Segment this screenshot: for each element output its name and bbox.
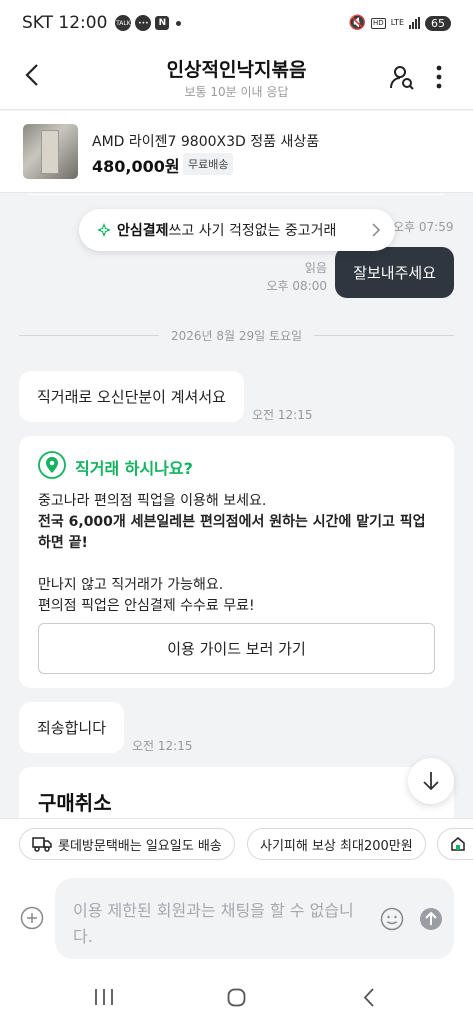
chat-messages[interactable]: 오후 07:59 안심결제 쓰고 사기 걱정없는 중고거래 읽음 오후 08:0…	[0, 194, 473, 818]
safe-payment-label: 쓰고 사기 걱정없는 중고거래	[168, 223, 337, 239]
n-icon: N	[155, 16, 170, 30]
read-receipt: 읽음	[304, 261, 327, 275]
incoming-message-bubble[interactable]: 직거래로 오신단분이 계셔서요	[19, 371, 244, 422]
quick-chips: 롯데방문택배는 일요일도 배송 사기피해 보상 최대200만원	[0, 818, 473, 872]
chip-store[interactable]	[437, 828, 473, 860]
hd-voice-icon: HD	[371, 17, 386, 29]
status-time: SKT 12:00	[22, 13, 108, 33]
message-timestamp: 오전 12:15	[252, 408, 313, 422]
card-text-line: 만나지 않고 직거래가 가능해요.	[38, 577, 224, 593]
message-timestamp: 오후 08:00	[266, 279, 327, 293]
message-input[interactable]: 이용 제한된 회원과는 채팅을 할 수 없습니다.	[55, 878, 454, 959]
recent-apps-icon[interactable]	[93, 988, 115, 1006]
purchase-cancel-card: 구매취소	[19, 767, 454, 818]
scroll-to-bottom-button[interactable]	[408, 758, 454, 804]
signal-icon	[409, 17, 420, 29]
card-text-bold: 전국 6,000개 세븐일레븐 편의점에서 원하는 시간에 맡기고 픽업하면 끝…	[38, 514, 426, 551]
location-pin-icon	[38, 451, 66, 479]
battery-icon: 65	[425, 15, 451, 31]
previous-card-partial	[19, 194, 454, 195]
product-name: AMD 라이젠7 9800X3D 정품 새상품	[92, 134, 320, 150]
talk-icon: TALK	[115, 15, 132, 31]
safe-payment-bold-label: 안심결제	[117, 223, 169, 239]
more-notifications-dot-icon	[176, 20, 182, 26]
product-price: 480,000원	[92, 157, 180, 176]
chat-icon: •••	[135, 15, 152, 31]
input-placeholder: 이용 제한된 회원과는 채팅을 할 수 없습니다.	[73, 901, 354, 946]
more-options-icon[interactable]	[435, 65, 443, 89]
incoming-message-bubble[interactable]: 죄송합니다	[19, 702, 125, 753]
system-navigation-bar	[0, 970, 473, 1024]
plus-circle-icon[interactable]	[20, 906, 44, 930]
back-nav-icon[interactable]	[362, 988, 376, 1007]
safe-payment-banner[interactable]: 안심결제 쓰고 사기 걱정없는 중고거래	[79, 209, 395, 251]
date-divider-label: 2026년 8월 29일 토요일	[170, 328, 303, 343]
message-timestamp: 오전 12:15	[132, 739, 193, 753]
card-title: 직거래 하시나요?	[75, 459, 193, 478]
notification-icons: TALK ••• N	[115, 15, 182, 31]
chat-header: 인상적인낙지볶음 보통 10분 이내 응답	[0, 46, 473, 110]
mute-icon: 🔇	[348, 15, 367, 31]
card-body: 중고나라 편의점 픽업을 이용해 보세요. 전국 6,000개 세븐일레븐 편의…	[38, 491, 438, 617]
product-thumbnail[interactable]	[23, 124, 78, 179]
purchase-cancel-title: 구매취소	[38, 791, 112, 815]
message-input-bar: 이용 제한된 회원과는 채팅을 할 수 없습니다.	[0, 872, 473, 970]
user-search-icon[interactable]	[389, 64, 415, 90]
system-status-icons: 🔇 HD LTE 65	[349, 15, 451, 31]
outgoing-message-bubble[interactable]: 잘보내주세요	[335, 247, 454, 298]
truck-icon	[32, 837, 52, 852]
usage-guide-button[interactable]: 이용 가이드 보러 가기	[38, 623, 435, 674]
free-shipping-badge: 무료배송	[183, 153, 234, 175]
chip-label: 사기피해 보상 최대200만원	[260, 838, 413, 854]
status-bar: SKT 12:00 TALK ••• N 🔇 HD LTE 65	[0, 0, 473, 46]
card-text-line: 편의점 픽업은 안심결제 수수료 무료!	[38, 598, 255, 614]
plus-shield-icon	[97, 223, 111, 237]
arrow-down-icon	[423, 772, 439, 791]
store-icon	[451, 837, 465, 851]
message-timestamp: 오후 07:59	[393, 220, 454, 234]
emoji-icon[interactable]	[380, 907, 404, 931]
chip-label: 롯데방문택배는 일요일도 배송	[58, 838, 222, 854]
date-divider: 2026년 8월 29일 토요일	[19, 325, 455, 345]
send-icon[interactable]	[419, 907, 443, 931]
lte-icon: LTE	[390, 18, 404, 27]
card-text-line: 중고나라 편의점 픽업을 이용해 보세요.	[38, 493, 267, 509]
product-info-bar[interactable]: AMD 라이젠7 9800X3D 정품 새상품 480,000원 무료배송	[0, 111, 473, 193]
chevron-right-icon	[372, 223, 381, 237]
chip-lotte-delivery[interactable]: 롯데방문택배는 일요일도 배송	[19, 828, 235, 860]
direct-trade-info-card: 직거래 하시나요? 중고나라 편의점 픽업을 이용해 보세요. 전국 6,000…	[19, 436, 454, 688]
chip-fraud-compensation[interactable]: 사기피해 보상 최대200만원	[247, 828, 426, 860]
home-icon[interactable]	[227, 988, 246, 1007]
